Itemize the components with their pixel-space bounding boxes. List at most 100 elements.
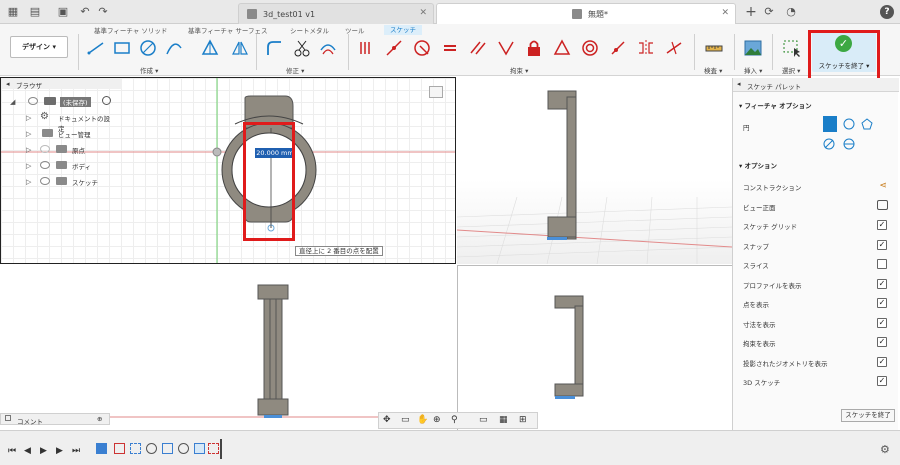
timeline-sketch-icon[interactable] bbox=[130, 443, 141, 454]
option-checkbox[interactable]: ✓ bbox=[877, 317, 887, 328]
comment-bar[interactable]: コメント ⊕ bbox=[0, 413, 110, 426]
timeline-extrude-icon[interactable] bbox=[96, 443, 107, 454]
timeline-move-icon[interactable] bbox=[178, 443, 189, 454]
two-point-circle-icon[interactable] bbox=[843, 118, 855, 130]
line-tool-icon[interactable] bbox=[86, 38, 106, 58]
offset-tool-icon[interactable] bbox=[318, 38, 338, 58]
polygon-tool-icon[interactable] bbox=[200, 38, 220, 58]
expand-icon[interactable]: ▷ bbox=[26, 162, 31, 170]
construction-icon[interactable]: ⋖ bbox=[879, 181, 887, 191]
option-checkbox[interactable]: ✓ bbox=[877, 239, 887, 250]
viewports-icon[interactable]: ⊞ bbox=[519, 415, 527, 425]
timeline-move-icon[interactable] bbox=[146, 443, 157, 454]
document-tab-1[interactable]: 3d_test01 v1 ✕ bbox=[238, 3, 434, 24]
midpoint-constraint-icon[interactable] bbox=[552, 38, 572, 58]
close-icon[interactable]: ✕ bbox=[419, 8, 427, 18]
first-frame-icon[interactable]: ⏮ bbox=[8, 446, 16, 456]
pan-hand-icon[interactable]: ✋ bbox=[417, 415, 428, 425]
option-checkbox[interactable]: ✓ bbox=[877, 356, 887, 367]
two-tangent-circle-icon[interactable] bbox=[823, 138, 835, 150]
redo-icon[interactable]: ↷ bbox=[96, 5, 110, 19]
collinear-constraint-icon[interactable] bbox=[384, 38, 404, 58]
palette-option-row[interactable]: 拘束を表示 ✓ bbox=[743, 337, 893, 350]
palette-option-row[interactable]: 3D スケッチ ✓ bbox=[743, 376, 893, 389]
group-modify-label[interactable]: 修正 ▾ bbox=[286, 65, 304, 75]
fillet-tool-icon[interactable] bbox=[264, 38, 284, 58]
palette-option-row[interactable]: コンストラクション ⋖ bbox=[743, 181, 893, 194]
palette-option-row[interactable]: スナップ ✓ bbox=[743, 239, 893, 253]
eye-icon[interactable] bbox=[28, 97, 38, 105]
parallel-constraint-icon[interactable] bbox=[468, 38, 488, 58]
eye-icon[interactable] bbox=[40, 161, 50, 169]
group-constraints-label[interactable]: 拘束 ▾ bbox=[510, 65, 528, 75]
timeline-sketch-icon[interactable] bbox=[114, 443, 125, 454]
three-tangent-circle-icon[interactable] bbox=[843, 138, 855, 150]
concentric-constraint-icon[interactable] bbox=[412, 38, 432, 58]
equal-constraint-icon[interactable] bbox=[440, 38, 460, 58]
help-icon[interactable]: ? bbox=[880, 5, 894, 19]
grid-settings-icon[interactable]: ▦ bbox=[499, 415, 508, 425]
options-header[interactable]: ▾ オプション bbox=[739, 160, 777, 170]
viewcube-icon[interactable] bbox=[429, 86, 443, 98]
palette-finish-sketch-button[interactable]: スケッチを終了 bbox=[841, 409, 895, 422]
tab-solid[interactable]: 基準フィーチャ ソリッド bbox=[94, 25, 167, 35]
trim-scissors-icon[interactable] bbox=[292, 38, 312, 58]
option-checkbox[interactable]: ✓ bbox=[877, 376, 887, 386]
close-icon[interactable]: ✕ bbox=[721, 8, 729, 18]
grid-menu-icon[interactable]: ▦ bbox=[6, 5, 20, 19]
timeline-sketch-icon[interactable] bbox=[208, 443, 219, 454]
select-window-icon[interactable] bbox=[782, 38, 802, 58]
add-comment-icon[interactable]: ⊕ bbox=[97, 415, 102, 423]
display-settings-icon[interactable]: ▭ bbox=[479, 415, 488, 425]
option-checkbox[interactable]: ✓ bbox=[877, 298, 887, 308]
expand-icon[interactable]: ▷ bbox=[26, 130, 31, 138]
palette-option-row[interactable]: ビュー正面 bbox=[743, 199, 893, 214]
extensions-icon[interactable]: ⟳ bbox=[762, 5, 776, 19]
concentric-circles-icon[interactable] bbox=[580, 38, 600, 58]
zoom-window-icon[interactable]: ⚲ bbox=[451, 415, 458, 425]
palette-option-row[interactable]: スライス bbox=[743, 259, 893, 272]
expand-icon[interactable]: ◢ bbox=[10, 98, 15, 106]
coincident-constraint-icon[interactable] bbox=[356, 38, 376, 58]
next-step-icon[interactable]: ▶ bbox=[56, 446, 63, 456]
browser-item[interactable]: ▷ ボディ bbox=[2, 158, 112, 174]
option-checkbox[interactable]: ✓ bbox=[877, 337, 887, 347]
group-create-label[interactable]: 作成 ▾ bbox=[140, 65, 158, 75]
side-view[interactable] bbox=[458, 266, 733, 431]
look-at-icon[interactable]: ▭ bbox=[401, 415, 410, 425]
option-checkbox[interactable] bbox=[877, 259, 887, 269]
play-icon[interactable]: ▶ bbox=[40, 446, 47, 456]
timeline-marker[interactable] bbox=[220, 439, 222, 459]
smooth-constraint-icon[interactable] bbox=[664, 38, 684, 58]
group-select-label[interactable]: 選択 ▾ bbox=[782, 65, 800, 75]
palette-option-row[interactable]: 寸法を表示 ✓ bbox=[743, 317, 893, 331]
browser-root-row[interactable]: ◢ (未保存) bbox=[2, 94, 112, 110]
tab-sketch[interactable]: スケッチ bbox=[384, 25, 422, 35]
arc-tool-icon[interactable] bbox=[164, 38, 184, 58]
timeline-sketch-icon[interactable] bbox=[162, 443, 173, 454]
orbit-icon[interactable]: ✥ bbox=[383, 415, 391, 425]
last-frame-icon[interactable]: ⏭ bbox=[72, 446, 80, 456]
expand-icon[interactable]: ▷ bbox=[26, 146, 31, 154]
front-view[interactable] bbox=[0, 265, 456, 430]
perpendicular-constraint-icon[interactable] bbox=[496, 38, 516, 58]
job-status-icon[interactable]: ◔ bbox=[784, 5, 798, 19]
feature-options-header[interactable]: ▾ フィーチャ オプション bbox=[739, 100, 812, 110]
activate-icon[interactable] bbox=[102, 96, 111, 105]
browser-item[interactable]: ▷ スケッチ bbox=[2, 174, 112, 190]
viewport-bottom-left[interactable]: コメント ⊕ bbox=[0, 265, 456, 430]
design-workspace-button[interactable]: デザイン ▾ bbox=[10, 36, 68, 58]
center-diameter-circle-icon[interactable] bbox=[823, 116, 837, 132]
look-at-icon[interactable] bbox=[877, 199, 888, 210]
previous-step-icon[interactable]: ◀ bbox=[24, 446, 31, 456]
fix-lock-icon[interactable] bbox=[524, 38, 544, 58]
browser-item[interactable]: ▷ 原点 bbox=[2, 142, 112, 158]
timeline-body-icon[interactable] bbox=[194, 443, 205, 454]
three-point-circle-icon[interactable] bbox=[861, 118, 873, 130]
eye-icon[interactable] bbox=[40, 177, 50, 185]
file-icon[interactable]: ▤ bbox=[28, 5, 42, 19]
document-tab-2[interactable]: 無題* ✕ bbox=[436, 3, 736, 24]
palette-option-row[interactable]: 投影されたジオメトリを表示 ✓ bbox=[743, 356, 893, 370]
browser-item[interactable]: ▷ ビュー管理 bbox=[2, 126, 112, 142]
viewport-bottom-right[interactable] bbox=[457, 265, 732, 430]
